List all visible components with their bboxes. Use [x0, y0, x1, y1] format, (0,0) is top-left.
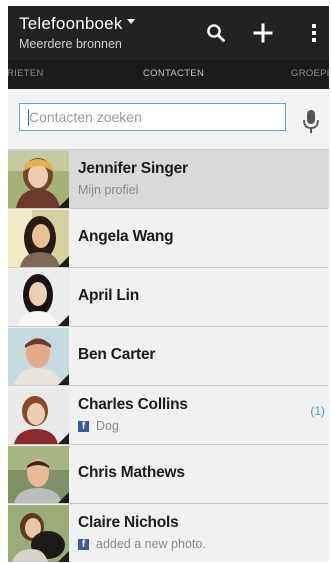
contact-subtitle: Mijn profiel — [78, 183, 139, 197]
add-icon — [253, 23, 273, 43]
search-input[interactable] — [20, 104, 285, 130]
app-title-dropdown[interactable]: Telefoonboek — [19, 14, 135, 34]
text-cursor — [28, 109, 29, 126]
avatar — [8, 446, 69, 503]
contact-row[interactable]: Claire Nichols f added a new photo. — [8, 503, 329, 562]
search-icon — [207, 24, 225, 42]
contact-status: f added a new photo. — [78, 537, 206, 551]
contact-row[interactable]: Jennifer Singer Mijn profiel — [8, 149, 329, 208]
more-vertical-icon — [312, 24, 316, 42]
tab-bar: RIETEN CONTACTEN GROEPE — [8, 60, 329, 89]
facebook-icon: f — [78, 420, 89, 432]
contact-name: Ben Carter — [78, 346, 156, 363]
search-button[interactable] — [201, 17, 231, 49]
avatar — [8, 210, 69, 267]
avatar-corner — [58, 197, 69, 208]
contact-name: Jennifer Singer — [78, 160, 188, 177]
avatar-corner — [58, 374, 69, 385]
contact-name: April Lin — [78, 287, 140, 304]
avatar-corner — [58, 433, 69, 444]
contact-row[interactable]: Chris Mathews — [8, 444, 329, 503]
tab-contacten[interactable]: CONTACTEN — [143, 68, 204, 79]
avatar — [8, 269, 69, 326]
avatar-corner — [58, 492, 69, 503]
contact-status: f Dog — [78, 419, 119, 433]
overflow-menu-button[interactable] — [299, 17, 329, 49]
app-title: Telefoonboek — [19, 14, 123, 33]
avatar — [8, 328, 69, 385]
contact-name: Angela Wang — [78, 228, 174, 245]
contact-row[interactable]: Charles Collins f Dog (1) — [8, 385, 329, 444]
avatar — [8, 387, 69, 444]
phone-screen: Telefoonboek Meerdere bronnen RIETEN CON… — [8, 6, 329, 562]
tab-favorieten[interactable]: RIETEN — [8, 68, 44, 79]
contact-name: Chris Mathews — [78, 464, 185, 481]
contact-row[interactable]: Ben Carter — [8, 326, 329, 385]
app-subtitle: Meerdere bronnen — [19, 37, 122, 51]
avatar-corner — [58, 256, 69, 267]
contact-list: Jennifer Singer Mijn profiel Angela Wang — [8, 149, 329, 562]
search-row — [8, 89, 329, 149]
contact-name: Charles Collins — [78, 396, 188, 413]
facebook-icon: f — [78, 538, 89, 550]
search-box — [19, 103, 286, 131]
avatar-corner — [58, 315, 69, 326]
avatar — [8, 505, 69, 562]
contact-row[interactable]: Angela Wang — [8, 208, 329, 267]
contact-name: Claire Nichols — [78, 514, 179, 531]
action-bar: Telefoonboek Meerdere bronnen — [8, 6, 329, 60]
contact-row[interactable]: April Lin — [8, 267, 329, 326]
caret-down-icon — [126, 19, 135, 25]
tab-groepen[interactable]: GROEPE — [291, 68, 329, 79]
microphone-icon[interactable] — [301, 109, 321, 135]
add-contact-button[interactable] — [248, 17, 278, 49]
update-count-badge: (1) — [310, 404, 325, 418]
avatar — [8, 151, 69, 208]
avatar-corner — [58, 551, 69, 562]
